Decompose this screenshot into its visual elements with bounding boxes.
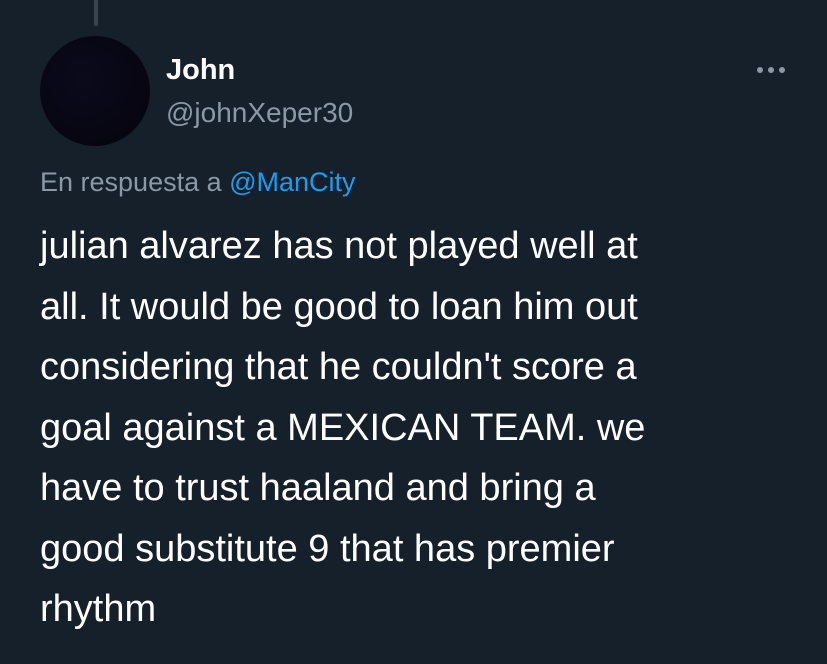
reply-mention-link[interactable]: @ManCity [229, 167, 355, 197]
avatar[interactable] [40, 36, 150, 146]
tweet-text: julian alvarez has not played well at al… [40, 216, 800, 640]
reply-context: En respuesta a @ManCity [40, 165, 356, 199]
author-handle[interactable]: @johnXeper30 [166, 96, 353, 130]
tweet-text-line: julian alvarez has not played well at [40, 225, 638, 267]
tweet-text-line: have to trust haaland and bring a [40, 467, 596, 509]
tweet-text-line: good substitute 9 that has premier [40, 527, 615, 570]
author-name[interactable]: John [166, 52, 235, 88]
tweet-text-line: considering that he couldn't score a [40, 346, 637, 388]
tweet-text-line: all. It would be good to loan him out [40, 285, 638, 328]
tweet-text-line: rhythm [40, 588, 157, 630]
reply-prefix: En respuesta a [40, 167, 230, 197]
more-options-button[interactable] [752, 57, 790, 83]
thread-connector-line [94, 0, 98, 26]
tweet-card: John @johnXeper30 En respuesta a @ManCit… [0, 0, 827, 664]
more-horizontal-icon [757, 67, 785, 73]
tweet-text-line: goal against a MEXICAN TEAM. we [40, 406, 646, 449]
